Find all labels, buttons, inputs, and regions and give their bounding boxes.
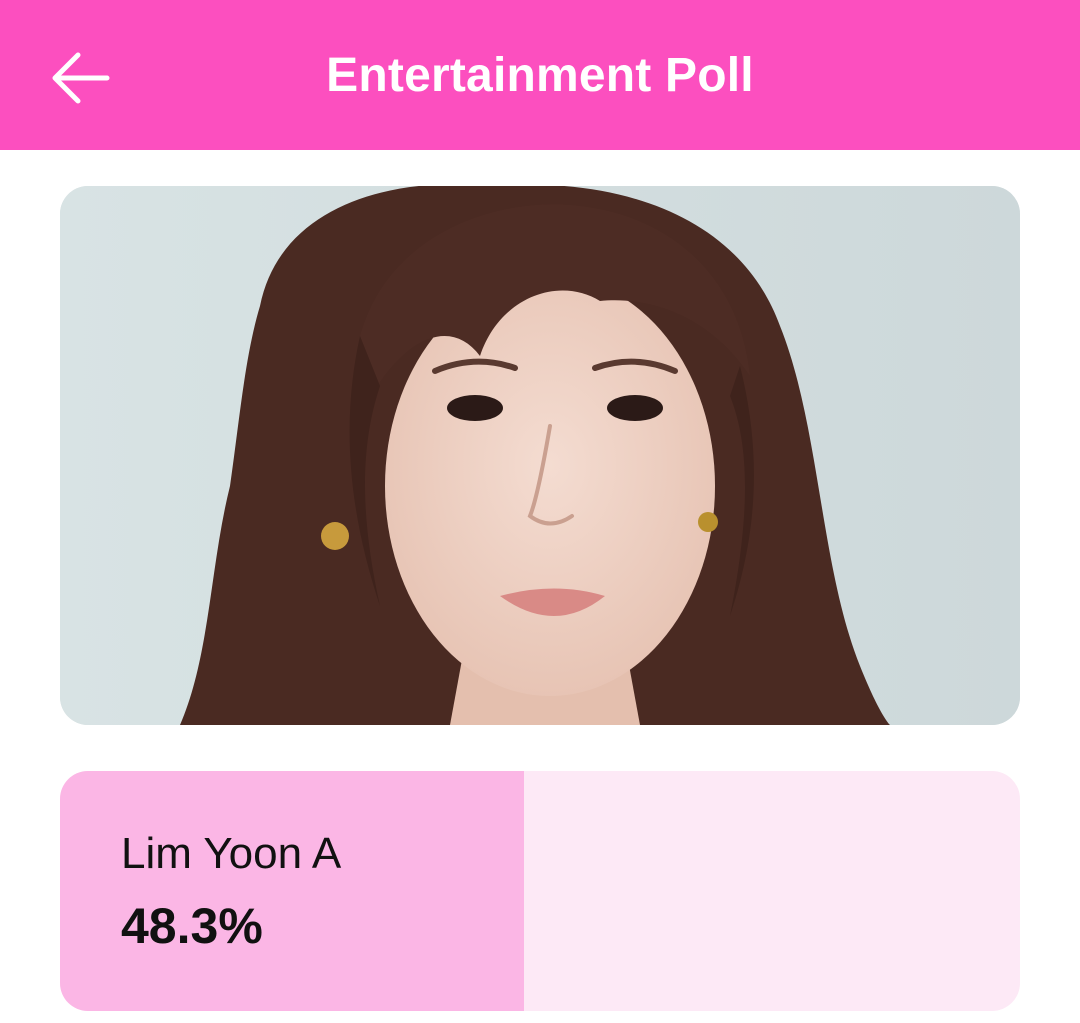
poll-option[interactable]: Lim Yoon A 48.3%: [60, 771, 1020, 1011]
poll-progress-fill: [60, 771, 524, 1011]
page-title: Entertainment Poll: [326, 48, 754, 102]
portrait-photo: [60, 186, 1020, 725]
poll-option-percent: 48.3%: [121, 898, 263, 954]
back-button[interactable]: [40, 40, 120, 116]
arrow-left-icon: [52, 52, 110, 104]
app-bar: Entertainment Poll: [0, 0, 1080, 150]
poll-option-name: Lim Yoon A: [121, 829, 342, 878]
